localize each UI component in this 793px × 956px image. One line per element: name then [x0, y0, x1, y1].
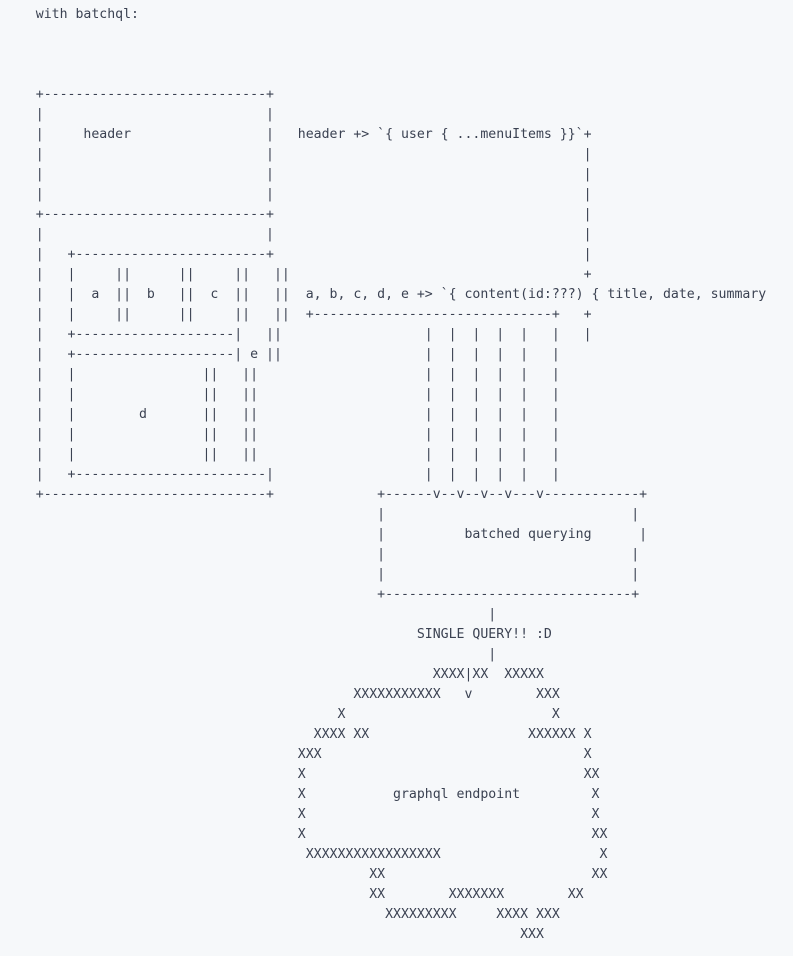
ascii-diagram-page: with batchql: +-------------------------…: [0, 0, 793, 956]
ascii-art-canvas: with batchql: +-------------------------…: [35, 7, 767, 942]
